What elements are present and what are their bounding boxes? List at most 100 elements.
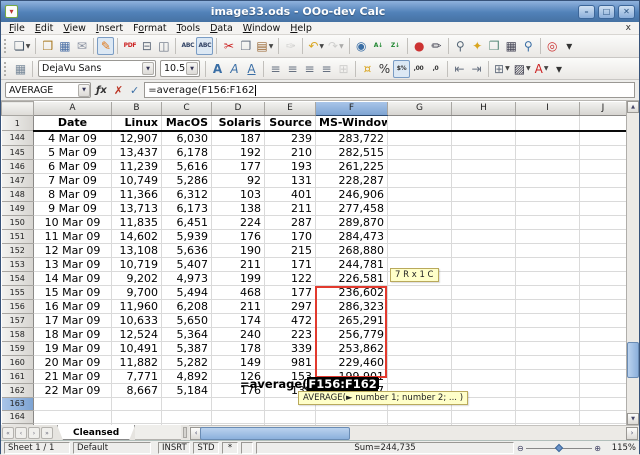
menu-view[interactable]: View: [58, 23, 91, 34]
cell[interactable]: 5,407: [162, 257, 212, 271]
cell[interactable]: 190: [212, 243, 265, 257]
cell[interactable]: [452, 187, 516, 201]
toolbar-grip[interactable]: [4, 39, 9, 53]
cell[interactable]: [452, 257, 516, 271]
cell[interactable]: [452, 313, 516, 327]
cell[interactable]: [212, 397, 265, 410]
cell[interactable]: 11,960: [112, 299, 162, 313]
cell[interactable]: [452, 355, 516, 369]
dropdown-caret-icon[interactable]: ▼: [319, 43, 324, 50]
dropdown-caret-icon[interactable]: ▼: [269, 43, 274, 50]
cell[interactable]: [388, 369, 452, 383]
cell[interactable]: 149: [212, 355, 265, 369]
cell[interactable]: 5,939: [162, 229, 212, 243]
cell[interactable]: [516, 257, 580, 271]
zoom-button[interactable]: ⚲: [520, 37, 537, 55]
prev-sheet-button[interactable]: ‹: [15, 427, 27, 439]
cell[interactable]: 282,515: [316, 145, 388, 159]
column-header-F[interactable]: F: [316, 102, 388, 116]
zoom-slider-handle[interactable]: [554, 443, 562, 451]
font-size-combo[interactable]: 10.5▼: [160, 60, 200, 77]
styles-button[interactable]: ▦: [12, 60, 29, 78]
cell[interactable]: 12,907: [112, 131, 162, 146]
cell[interactable]: 6,208: [162, 299, 212, 313]
cell[interactable]: 236,602: [316, 285, 388, 299]
cell[interactable]: 20 Mar 09: [34, 355, 112, 369]
cell[interactable]: [580, 173, 627, 187]
close-button[interactable]: ✕: [618, 5, 635, 19]
cell[interactable]: 6,178: [162, 145, 212, 159]
cell[interactable]: 17 Mar 09: [34, 313, 112, 327]
zoom-slider[interactable]: ⊖ ⊕: [517, 444, 601, 453]
cell[interactable]: 277,458: [316, 201, 388, 215]
cell[interactable]: 5 Mar 09: [34, 145, 112, 159]
cell[interactable]: [388, 201, 452, 215]
name-box[interactable]: AVERAGE ▼: [5, 82, 91, 98]
cell[interactable]: [580, 355, 627, 369]
row-header-149[interactable]: 149: [2, 201, 34, 215]
cell[interactable]: 297: [265, 299, 316, 313]
cell[interactable]: 5,282: [162, 355, 212, 369]
cell[interactable]: 5,636: [162, 243, 212, 257]
menu-window[interactable]: Window: [238, 23, 285, 34]
export-pdf-button[interactable]: PDF: [121, 37, 138, 55]
name-box-dropdown-icon[interactable]: ▼: [78, 84, 90, 97]
dropdown-caret-icon[interactable]: ▼: [526, 65, 531, 72]
cell[interactable]: 174: [212, 313, 265, 327]
undo-button[interactable]: ↶▼: [306, 37, 326, 55]
dropdown-caret-icon[interactable]: ▼: [544, 65, 549, 72]
cell[interactable]: 339: [265, 341, 316, 355]
font-size-combo-dropdown-icon[interactable]: ▼: [186, 62, 198, 75]
menu-file[interactable]: File: [4, 23, 30, 34]
cell[interactable]: [580, 187, 627, 201]
cell[interactable]: 289,870: [316, 215, 388, 229]
cell[interactable]: 246,906: [316, 187, 388, 201]
cell[interactable]: Linux: [112, 116, 162, 131]
cell[interactable]: 12 Mar 09: [34, 243, 112, 257]
cell[interactable]: 5,650: [162, 313, 212, 327]
cell[interactable]: [516, 187, 580, 201]
cell[interactable]: [452, 299, 516, 313]
row-header-157[interactable]: 157: [2, 313, 34, 327]
cell[interactable]: 224: [212, 215, 265, 229]
cell[interactable]: 6,451: [162, 215, 212, 229]
cell[interactable]: 4,892: [162, 369, 212, 383]
cell[interactable]: [212, 410, 265, 423]
row-header-1[interactable]: 1: [2, 116, 34, 131]
menu-data[interactable]: Data: [205, 23, 238, 34]
cell[interactable]: 211: [212, 257, 265, 271]
cell[interactable]: [516, 327, 580, 341]
cell[interactable]: [516, 369, 580, 383]
cell[interactable]: 177: [265, 285, 316, 299]
find-replace-button[interactable]: ⚲: [452, 37, 469, 55]
cell[interactable]: [516, 159, 580, 173]
cell[interactable]: MacOS: [162, 116, 212, 131]
cell[interactable]: [580, 327, 627, 341]
auto-spellcheck-button[interactable]: ABC: [196, 37, 213, 55]
cell[interactable]: 11,835: [112, 215, 162, 229]
column-header-C[interactable]: C: [162, 102, 212, 116]
cell[interactable]: [516, 131, 580, 146]
cut-button[interactable]: ✂: [220, 37, 237, 55]
cell[interactable]: 92: [212, 173, 265, 187]
paste-button[interactable]: ▤▼: [254, 37, 275, 55]
row-header-156[interactable]: 156: [2, 299, 34, 313]
cell[interactable]: 5,494: [162, 285, 212, 299]
cell[interactable]: 284,473: [316, 229, 388, 243]
scroll-right-icon[interactable]: ›: [626, 427, 638, 440]
cell[interactable]: 19 Mar 09: [34, 341, 112, 355]
formula-input[interactable]: =average(F156:F162: [144, 82, 635, 98]
in-cell-formula-editor[interactable]: =average(F156:F162: [240, 377, 379, 390]
cell[interactable]: [388, 116, 452, 131]
cell[interactable]: 14,602: [112, 229, 162, 243]
cell[interactable]: [452, 215, 516, 229]
cell[interactable]: [162, 410, 212, 423]
cell[interactable]: 138: [212, 201, 265, 215]
font-color-button[interactable]: A▼: [533, 60, 551, 78]
row-header-147[interactable]: 147: [2, 173, 34, 187]
menu-insert[interactable]: Insert: [91, 23, 128, 34]
cell[interactable]: [580, 299, 627, 313]
cell[interactable]: [388, 327, 452, 341]
cell[interactable]: 199: [212, 271, 265, 285]
cell[interactable]: [580, 116, 627, 131]
